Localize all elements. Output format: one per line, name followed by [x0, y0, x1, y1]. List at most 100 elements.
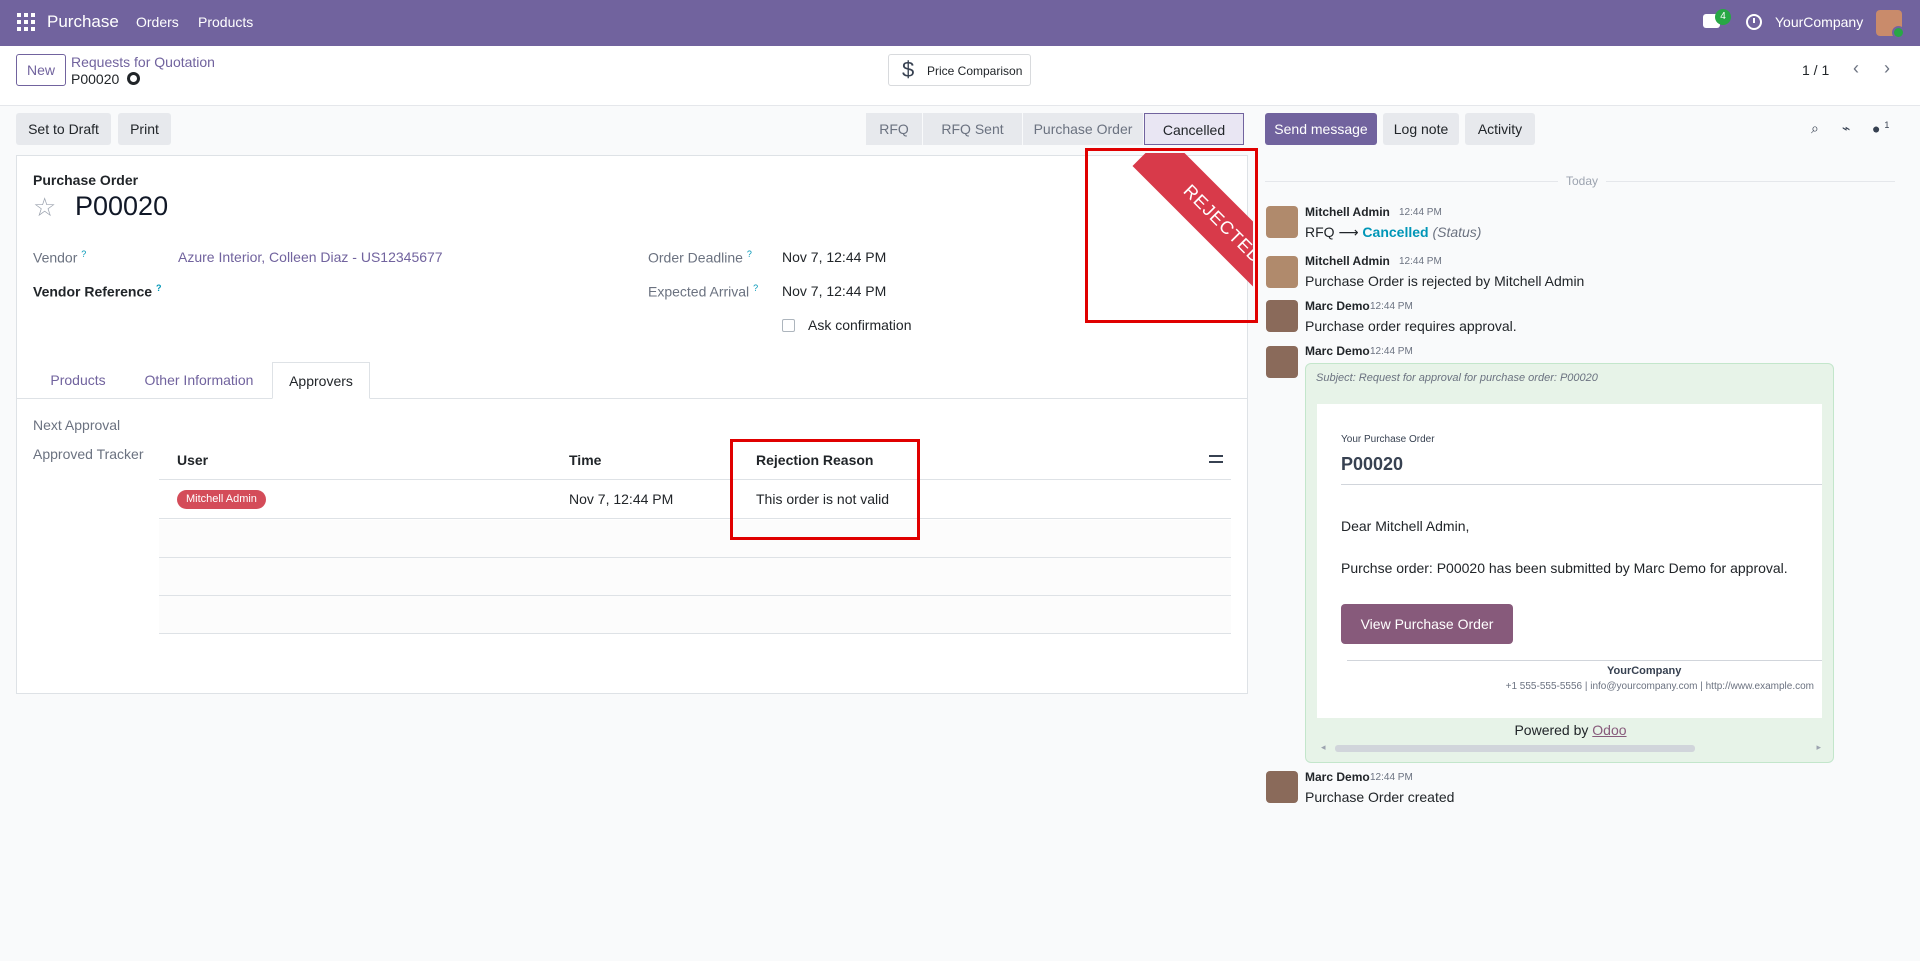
email-scrollbar[interactable]: ◂ ▸ [1321, 742, 1821, 754]
date-separator-label: Today [1558, 174, 1607, 188]
message-body: Purchase Order created [1305, 789, 1455, 805]
apps-menu-icon[interactable] [17, 13, 35, 31]
expected-arrival-field[interactable]: Nov 7, 12:44 PM [782, 283, 886, 299]
column-user[interactable]: User [177, 452, 208, 468]
message-time: 12:44 PM [1370, 772, 1413, 783]
print-button[interactable]: Print [118, 113, 171, 145]
email-body: Purchse order: P00020 has been submitted… [1341, 560, 1788, 576]
tab-products[interactable]: Products [33, 362, 123, 399]
activity-clock-icon[interactable] [1746, 14, 1762, 30]
help-icon: ? [746, 249, 752, 259]
tab-other-information[interactable]: Other Information [131, 362, 267, 399]
approvers-table-header: User Time Rejection Reason [159, 438, 1231, 480]
message-body: Purchase order requires approval. [1305, 318, 1517, 334]
email-order-name: P00020 [1341, 454, 1404, 474]
pager-next-icon[interactable]: › [1872, 54, 1902, 84]
message-time: 12:44 PM [1399, 207, 1442, 218]
paperclip-icon[interactable]: ⌁ [1842, 120, 1850, 137]
email-greeting: Dear Mitchell Admin, [1341, 518, 1470, 534]
table-row[interactable]: Mitchell Admin Nov 7, 12:44 PM This orde… [159, 481, 1231, 519]
vendor-label: Vendor ? [33, 249, 87, 266]
scrollbar-thumb [1335, 745, 1695, 752]
email-company: YourCompany [1607, 665, 1682, 677]
rejection-reason-highlight [730, 439, 920, 540]
avatar[interactable] [1266, 300, 1298, 332]
control-panel: New Requests for Quotation P00020 $ Pric… [0, 46, 1920, 106]
email-message: Subject: Request for approval for purcha… [1305, 363, 1834, 763]
ask-confirmation-label: Ask confirmation [808, 317, 912, 333]
messages-count-badge: 4 [1715, 9, 1731, 25]
tracking-value: RFQ ⟶ Cancelled (Status) [1305, 224, 1482, 240]
table-row-empty [159, 558, 1231, 596]
breadcrumb-rfq-link[interactable]: Requests for Quotation [71, 54, 215, 70]
message-author[interactable]: Marc Demo [1305, 344, 1370, 358]
user-avatar[interactable] [1876, 10, 1905, 39]
next-approval-label: Next Approval [33, 417, 121, 433]
avatar[interactable] [1266, 256, 1298, 288]
view-purchase-order-button[interactable]: View Purchase Order [1341, 604, 1513, 644]
price-comparison-button[interactable]: $ Price Comparison [888, 54, 1031, 86]
star-icon[interactable]: ☆ [33, 192, 56, 223]
help-icon: ? [81, 249, 87, 259]
menu-products[interactable]: Products [198, 14, 253, 30]
help-icon: ? [155, 283, 162, 293]
pager-value[interactable]: 1 / 1 [1802, 62, 1829, 78]
send-message-button[interactable]: Send message [1265, 113, 1377, 145]
order-deadline-label: Order Deadline ? [648, 249, 752, 266]
message-author[interactable]: Mitchell Admin [1305, 254, 1390, 268]
ribbon-highlight [1085, 148, 1258, 323]
message-time: 12:44 PM [1370, 346, 1413, 357]
avatar[interactable] [1266, 771, 1298, 803]
log-note-button[interactable]: Log note [1383, 113, 1459, 145]
activity-button[interactable]: Activity [1465, 113, 1535, 145]
divider [1347, 660, 1822, 661]
help-icon: ? [753, 283, 759, 293]
vendor-field[interactable]: Azure Interior, Colleen Diaz - US1234567… [178, 249, 443, 265]
followers-count: 1 [1884, 120, 1890, 130]
message-body: Purchase Order is rejected by Mitchell A… [1305, 273, 1585, 289]
stage-purchase-order[interactable]: Purchase Order [1023, 113, 1143, 145]
set-to-draft-button[interactable]: Set to Draft [16, 113, 111, 145]
message-author[interactable]: Marc Demo [1305, 770, 1370, 784]
order-deadline-field[interactable]: Nov 7, 12:44 PM [782, 249, 886, 265]
stage-rfq[interactable]: RFQ [866, 113, 922, 145]
column-time[interactable]: Time [569, 452, 601, 468]
message-author[interactable]: Mitchell Admin [1305, 205, 1390, 219]
column-settings-icon[interactable] [1209, 452, 1225, 466]
followers-icon[interactable]: ● 1 [1872, 120, 1889, 137]
scroll-right-icon: ▸ [1816, 742, 1821, 752]
email-subject: Subject: Request for approval for purcha… [1316, 372, 1598, 384]
avatar[interactable] [1266, 206, 1298, 238]
avatar[interactable] [1266, 346, 1298, 378]
page-title: P00020 [75, 191, 169, 221]
time-cell: Nov 7, 12:44 PM [569, 491, 674, 507]
stage-cancelled[interactable]: Cancelled [1144, 113, 1244, 145]
menu-orders[interactable]: Orders [136, 14, 179, 30]
odoo-link[interactable]: Odoo [1592, 722, 1626, 738]
app-name[interactable]: Purchase [47, 12, 119, 32]
tab-approvers[interactable]: Approvers [272, 362, 370, 399]
user-badge: Mitchell Admin [177, 490, 266, 509]
scroll-left-icon: ◂ [1321, 742, 1326, 752]
new-button[interactable]: New [16, 54, 66, 86]
form-subtitle: Purchase Order [33, 172, 139, 188]
email-card: Your Purchase Order P00020 Dear Mitchell… [1317, 404, 1822, 718]
divider [1341, 484, 1822, 485]
gear-icon[interactable] [127, 72, 140, 85]
vendor-reference-label: Vendor Reference ? [33, 283, 162, 300]
ask-confirmation-checkbox[interactable] [782, 319, 795, 332]
email-small-title: Your Purchase Order [1341, 434, 1435, 445]
message-time: 12:44 PM [1399, 256, 1442, 267]
price-comparison-label: Price Comparison [927, 64, 1023, 78]
message-author[interactable]: Marc Demo [1305, 299, 1370, 313]
top-navbar: Purchase Orders Products 4 YourCompany [0, 0, 1920, 46]
form-sheet: Purchase Order ☆ P00020 Vendor ? Azure I… [16, 155, 1248, 694]
dollar-icon: $ [902, 57, 915, 82]
message-time: 12:44 PM [1370, 301, 1413, 312]
stage-rfq-sent[interactable]: RFQ Sent [923, 113, 1022, 145]
approved-tracker-label: Approved Tracker [33, 446, 144, 462]
pager-previous-icon[interactable]: ‹ [1841, 54, 1871, 84]
company-switcher[interactable]: YourCompany [1775, 14, 1863, 30]
search-icon[interactable]: ⌕ [1811, 120, 1819, 137]
expected-arrival-label: Expected Arrival ? [648, 283, 759, 300]
